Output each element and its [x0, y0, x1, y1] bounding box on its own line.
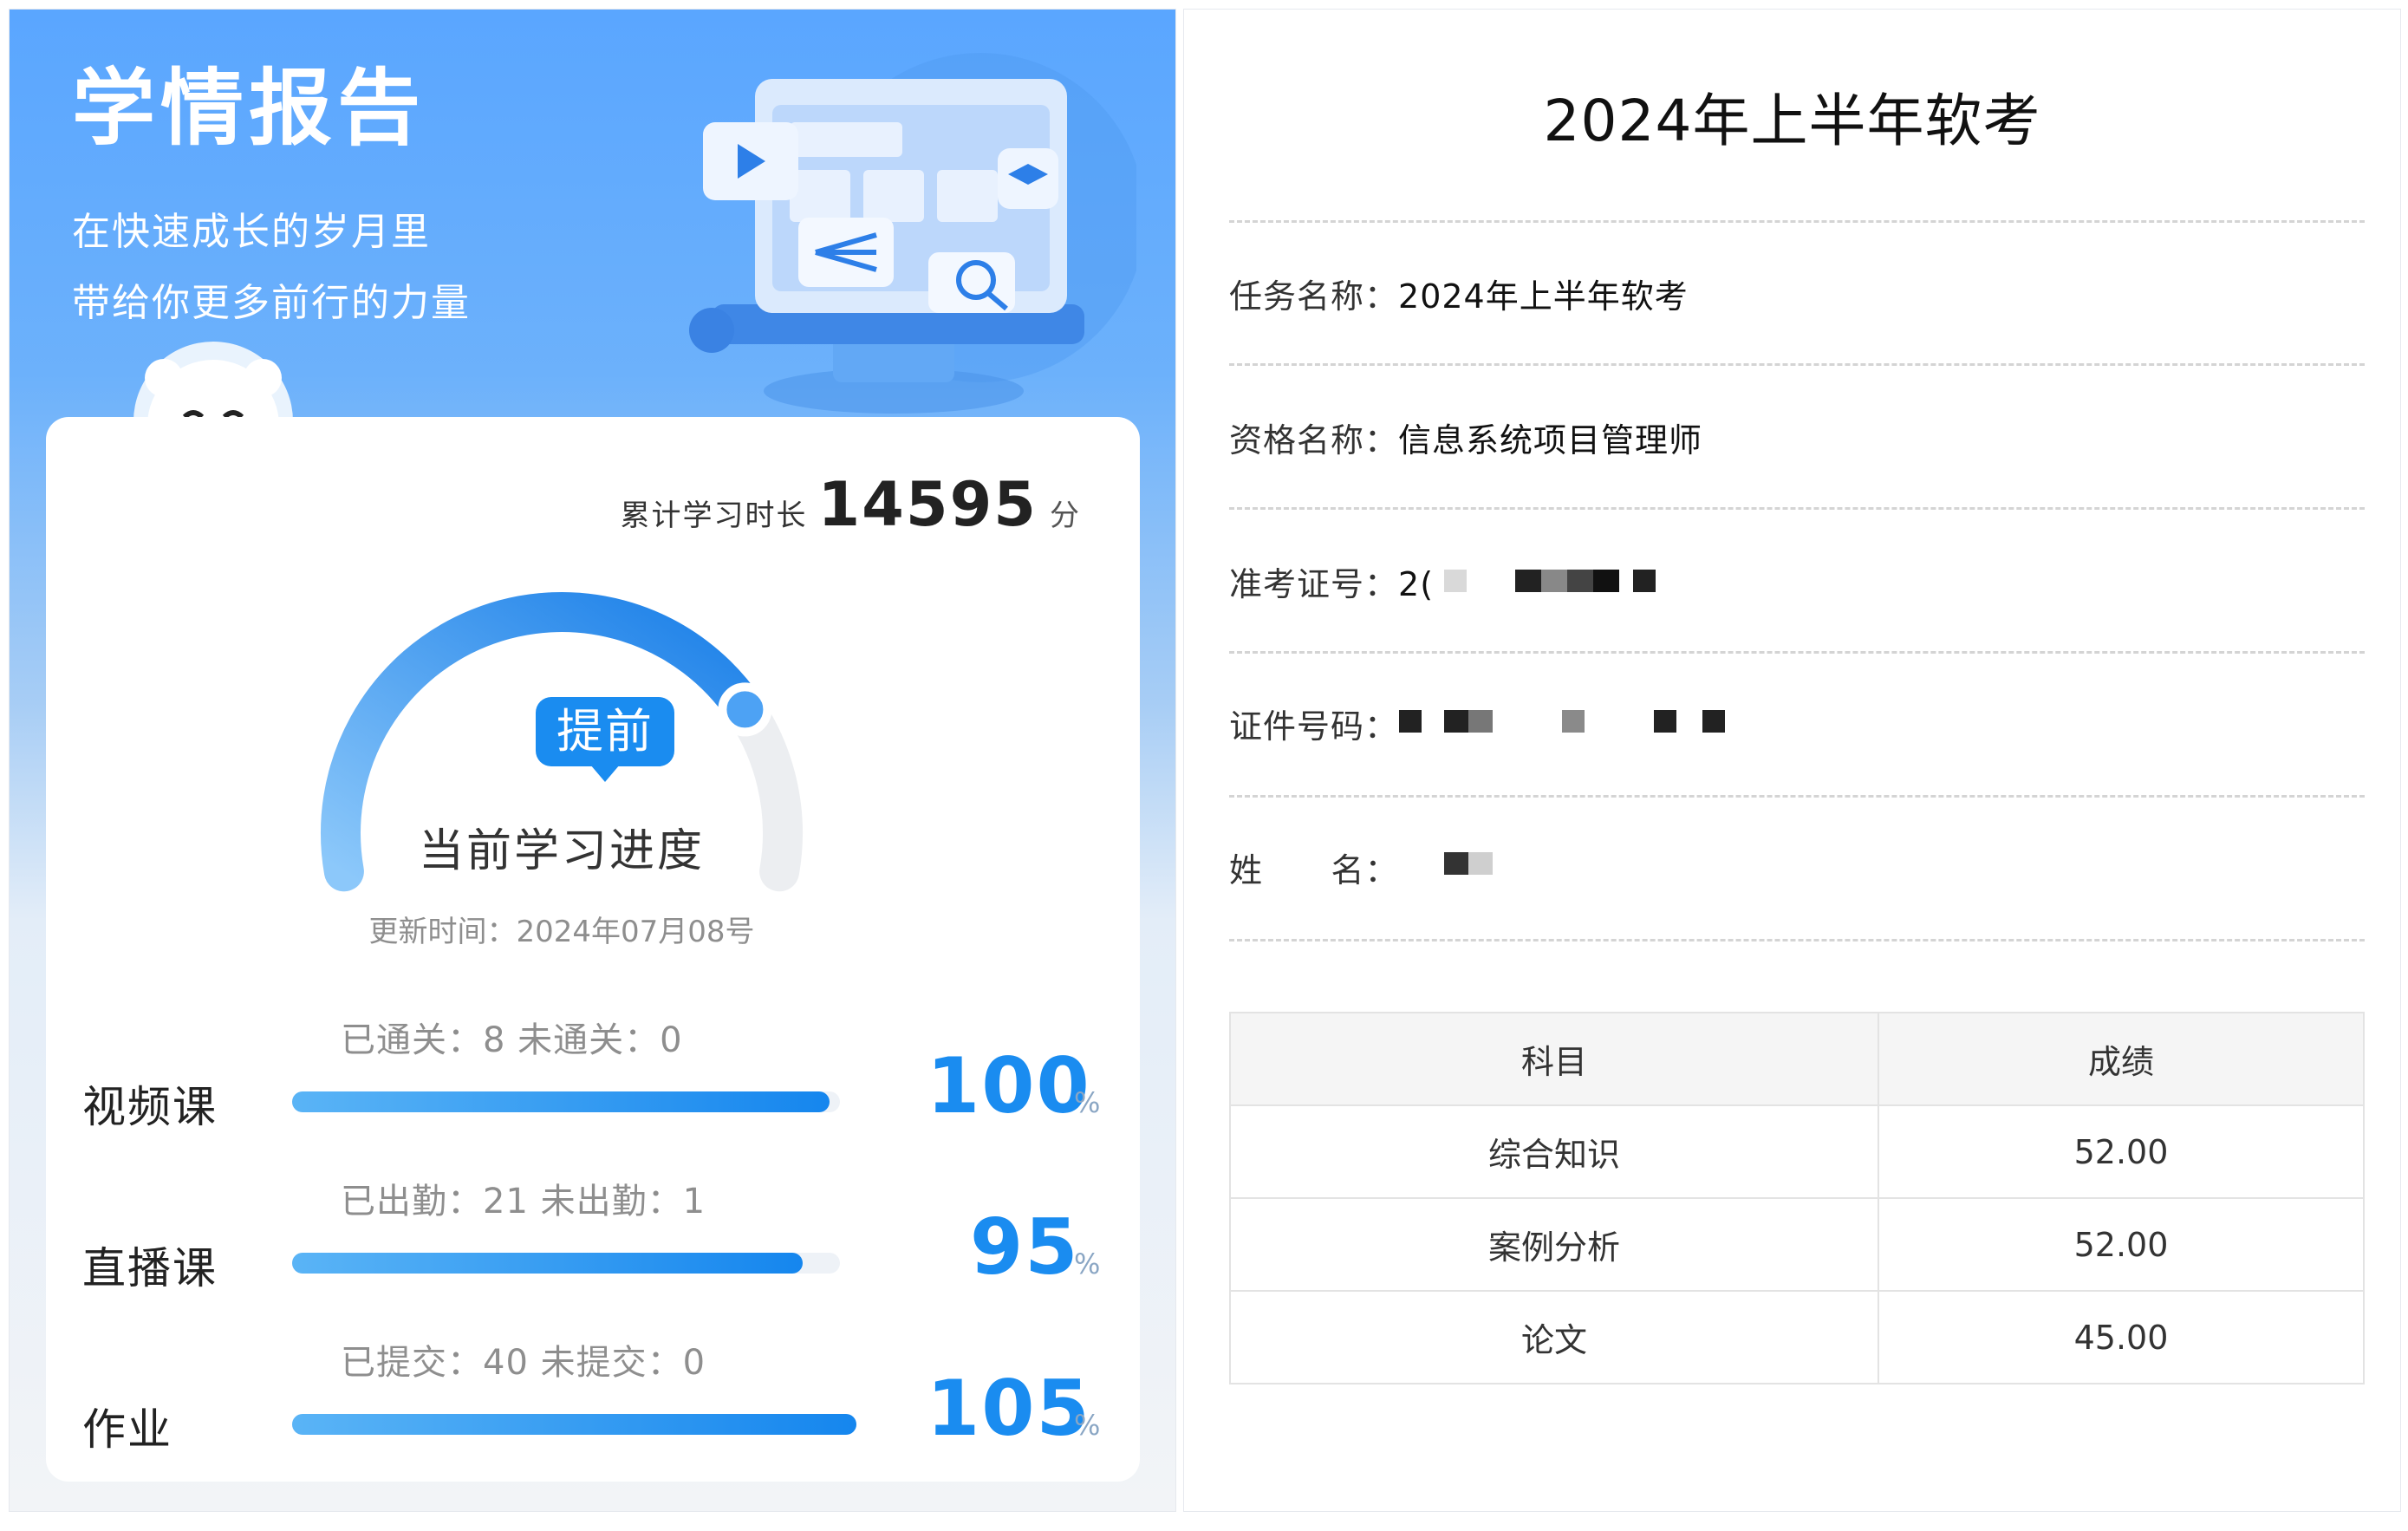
row-name: 作业 — [82, 1404, 172, 1455]
exam-title: 2024年上半年软考 — [1543, 88, 2041, 154]
row-percent-sign: % — [1074, 1086, 1101, 1119]
progress-label: 当前学习进度 — [418, 825, 705, 877]
ticket-number-label: 准考证号： — [1229, 565, 1399, 603]
name-row: 姓 名： — [1229, 844, 2365, 913]
subject-cell: 案例分析 — [1229, 1197, 1879, 1292]
progress-track — [292, 1253, 840, 1274]
report-card: 累计学习时长 14595 分 提前 当前学习进度 更新时间：2024年07月08… — [46, 417, 1140, 1482]
row-percent: 95 — [970, 1202, 1080, 1292]
study-time-unit: 分 — [1050, 498, 1079, 533]
table-row: 综合知识 52.00 — [1229, 1104, 2365, 1199]
column-header-subject: 科目 — [1229, 1012, 1879, 1106]
progress-gauge — [321, 592, 803, 892]
progress-fill — [292, 1414, 856, 1435]
redaction-block — [1444, 570, 1467, 592]
divider — [1229, 363, 2365, 366]
study-report-panel: 学情报告 在快速成长的岁月里 带给你更多前行的力量 累计学习时长 14595 分… — [9, 9, 1176, 1512]
divider — [1229, 651, 2365, 654]
redaction-block — [1399, 710, 1422, 733]
computer-illustration — [689, 53, 1136, 414]
ticket-number-row: 准考证号：2( — [1229, 557, 2365, 627]
table-header-row: 科目 成绩 — [1229, 1012, 2365, 1106]
score-table: 科目 成绩 综合知识 52.00 案例分析 52.00 论文 45.00 — [1229, 1012, 2365, 1384]
progress-badge: 提前 — [536, 697, 674, 766]
redaction-block — [1633, 570, 1656, 592]
divider — [1229, 939, 2365, 941]
name-label: 姓 名： — [1229, 851, 1399, 889]
progress-badge-tail — [590, 765, 620, 782]
redaction-block — [1654, 710, 1676, 733]
task-name-label: 任务名称： — [1229, 277, 1399, 316]
study-time-value: 14595 — [817, 469, 1038, 540]
row-percent-sign: % — [1074, 1248, 1101, 1280]
row-percent-sign: % — [1074, 1409, 1101, 1442]
redaction-block — [1562, 710, 1585, 733]
qualification-row: 资格名称：信息系统项目管理师 — [1229, 414, 2365, 483]
task-name-row: 任务名称：2024年上半年软考 — [1229, 270, 2365, 339]
progress-fill — [292, 1253, 803, 1274]
update-time: 更新时间：2024年07月08号 — [368, 915, 755, 949]
report-title: 学情报告 — [72, 60, 426, 157]
column-header-score: 成绩 — [1878, 1012, 2365, 1106]
study-time-label: 累计学习时长 — [620, 498, 808, 533]
qualification-label: 资格名称： — [1229, 421, 1399, 459]
id-number-label: 证件号码： — [1229, 707, 1399, 746]
redaction-block — [1515, 570, 1619, 592]
row-stats: 已提交：40 未提交：0 — [341, 1343, 706, 1383]
stat-row-video: 视频课 已通关：8 未通关：0 100 % — [46, 1007, 1140, 1145]
table-row: 案例分析 52.00 — [1229, 1197, 2365, 1292]
slogan-line-2: 带给你更多前行的力量 — [72, 281, 471, 325]
redaction-block — [1444, 710, 1493, 733]
divider — [1229, 220, 2365, 223]
divider — [1229, 795, 2365, 798]
ticket-number-visible: 2( — [1398, 565, 1435, 603]
task-name-value: 2024年上半年软考 — [1398, 277, 1689, 316]
row-stats: 已出勤：21 未出勤：1 — [341, 1182, 706, 1222]
redaction-block — [1702, 710, 1725, 733]
row-name: 直播课 — [82, 1243, 218, 1293]
row-percent: 105 — [927, 1364, 1091, 1453]
redaction-block — [1444, 852, 1493, 875]
progress-fill — [292, 1091, 830, 1112]
gauge-knob — [718, 682, 772, 737]
stat-row-homework: 作业 已提交：40 未提交：0 105 % — [46, 1329, 1140, 1468]
stat-row-live: 直播课 已出勤：21 未出勤：1 95 % — [46, 1168, 1140, 1306]
row-name: 视频课 — [82, 1082, 218, 1132]
score-cell: 52.00 — [1878, 1197, 2365, 1292]
table-row: 论文 45.00 — [1229, 1290, 2365, 1384]
study-time: 累计学习时长 14595 分 — [620, 469, 1079, 540]
row-percent: 100 — [927, 1041, 1091, 1130]
progress-track — [292, 1091, 840, 1112]
divider — [1229, 507, 2365, 510]
row-stats: 已通关：8 未通关：0 — [341, 1020, 683, 1060]
subject-cell: 综合知识 — [1229, 1104, 1879, 1199]
score-cell: 45.00 — [1878, 1290, 2365, 1384]
slogan-line-1: 在快速成长的岁月里 — [72, 210, 431, 254]
subject-cell: 论文 — [1229, 1290, 1879, 1384]
exam-result-panel: 2024年上半年软考 任务名称：2024年上半年软考 资格名称：信息系统项目管理… — [1183, 9, 2401, 1512]
progress-track — [292, 1414, 856, 1435]
qualification-value: 信息系统项目管理师 — [1398, 421, 1703, 459]
score-cell: 52.00 — [1878, 1104, 2365, 1199]
